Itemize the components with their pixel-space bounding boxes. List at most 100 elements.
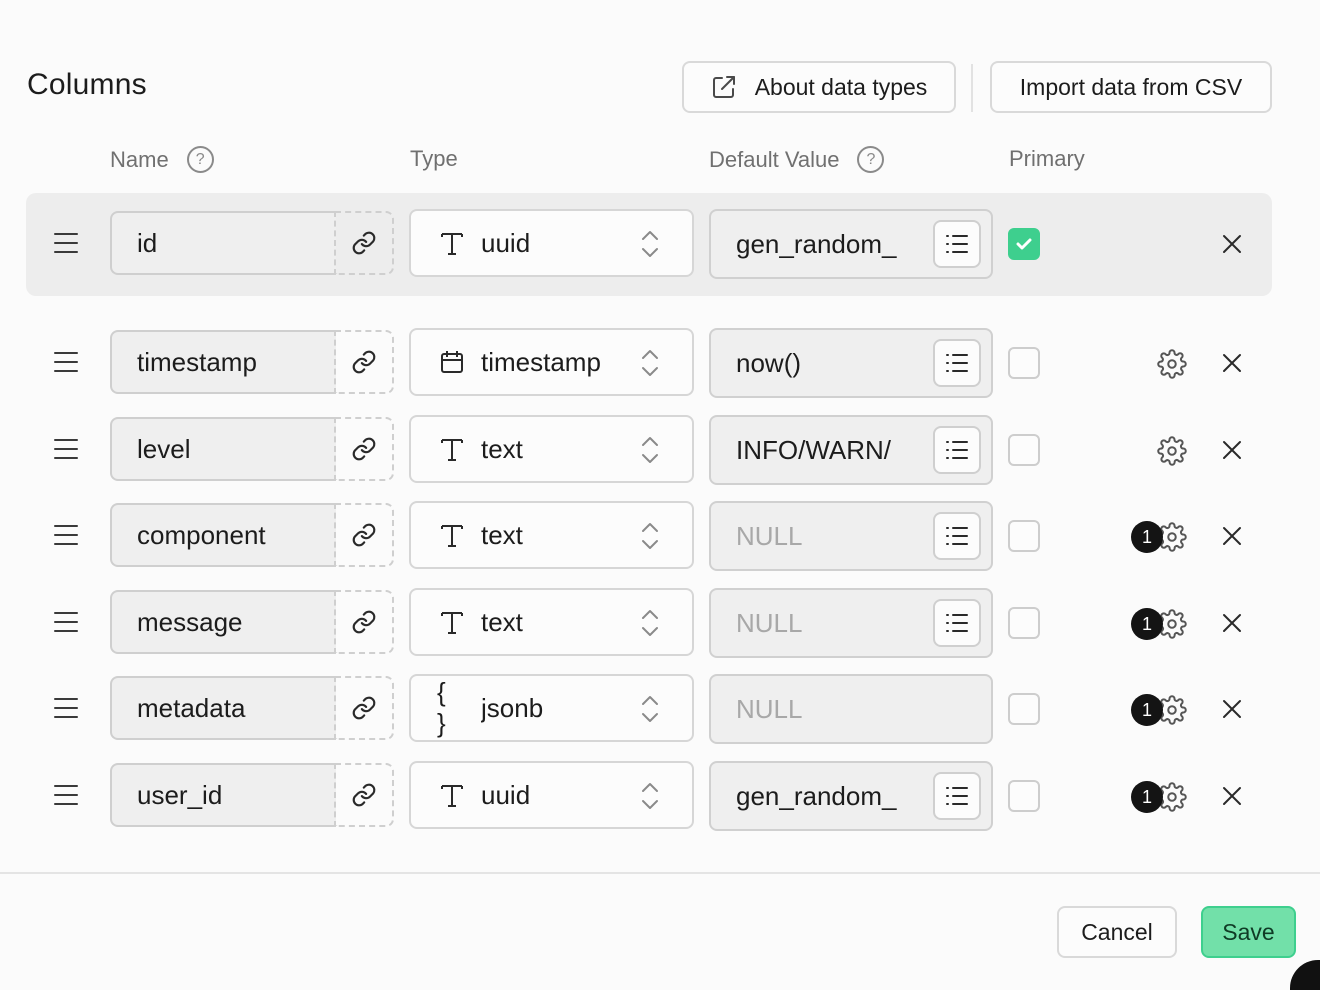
chevron-up-down-icon [642, 350, 658, 376]
column-name-input[interactable]: component [110, 503, 336, 567]
drag-handle-icon[interactable] [54, 439, 78, 461]
close-icon[interactable] [1220, 611, 1244, 635]
drag-handle-icon[interactable] [54, 698, 78, 720]
column-type-select[interactable]: uuid [409, 761, 694, 829]
close-icon[interactable] [1220, 232, 1244, 256]
constraint-count-badge: 1 [1131, 608, 1163, 640]
column-type-select[interactable]: text [409, 501, 694, 569]
suggestions-list-button[interactable] [933, 599, 981, 647]
default-value-text: NULL [736, 607, 803, 638]
column-row: component text NULL 1 [0, 501, 1320, 573]
name-help-icon[interactable]: ? [186, 146, 214, 173]
text-type-icon [437, 230, 467, 256]
cancel-label: Cancel [1081, 918, 1153, 945]
primary-key-checkbox[interactable] [1008, 228, 1040, 260]
column-name-input[interactable]: timestamp [110, 330, 336, 394]
close-icon[interactable] [1220, 524, 1244, 548]
chevron-up-down-icon [642, 783, 658, 809]
column-name-input[interactable]: user_id [110, 763, 336, 827]
chevron-up-down-icon [642, 696, 658, 722]
column-type-value: timestamp [481, 346, 601, 377]
drag-handle-icon[interactable] [54, 785, 78, 807]
page-title: Columns [27, 68, 147, 101]
gear-icon[interactable] [1157, 436, 1187, 466]
column-name-input[interactable]: message [110, 590, 336, 654]
default-value-input[interactable]: NULL [709, 674, 993, 744]
suggestions-list-button[interactable] [933, 772, 981, 820]
list-icon [946, 614, 968, 632]
column-type-value: jsonb [481, 692, 544, 723]
close-icon[interactable] [1220, 697, 1244, 721]
default-value-help-icon[interactable]: ? [857, 146, 885, 173]
default-value-input[interactable]: NULL [709, 588, 993, 658]
name-header-label: Name [110, 146, 169, 172]
chevron-up-down-icon [642, 231, 658, 257]
drag-handle-icon[interactable] [54, 612, 78, 634]
suggestions-list-button[interactable] [933, 220, 981, 268]
default-value-column-header: Default Value ? [709, 146, 885, 173]
header-divider [971, 64, 973, 112]
cancel-button[interactable]: Cancel [1057, 906, 1177, 958]
column-row: metadata { } jsonb NULL 1 [0, 674, 1320, 746]
column-type-value: text [481, 519, 523, 550]
close-icon[interactable] [1220, 438, 1244, 462]
import-csv-button[interactable]: Import data from CSV [990, 61, 1272, 113]
column-type-select[interactable]: uuid [409, 209, 694, 277]
close-icon[interactable] [1220, 351, 1244, 375]
suggestions-list-button[interactable] [933, 512, 981, 560]
suggestions-list-button[interactable] [933, 339, 981, 387]
primary-key-checkbox[interactable] [1008, 434, 1040, 466]
about-data-types-label: About data types [754, 73, 928, 100]
type-header-label: Type [410, 146, 458, 171]
primary-key-checkbox[interactable] [1008, 780, 1040, 812]
drag-handle-icon[interactable] [54, 352, 78, 374]
column-name-input[interactable]: id [110, 211, 336, 275]
column-name-value: component [137, 519, 266, 550]
primary-key-checkbox[interactable] [1008, 347, 1040, 379]
column-type-select[interactable]: timestamp [409, 328, 694, 396]
gear-icon[interactable] [1157, 349, 1187, 379]
primary-column-header: Primary [1009, 146, 1085, 172]
drag-handle-icon[interactable] [54, 525, 78, 547]
primary-key-checkbox[interactable] [1008, 607, 1040, 639]
suggestions-list-button[interactable] [933, 426, 981, 474]
column-type-select[interactable]: text [409, 588, 694, 656]
default-value-input[interactable]: gen_random_ [709, 209, 993, 279]
primary-key-checkbox[interactable] [1008, 520, 1040, 552]
foreign-key-link-button[interactable] [334, 417, 394, 481]
link-icon [352, 523, 376, 547]
default-value-input[interactable]: now() [709, 328, 993, 398]
default-value-input[interactable]: NULL [709, 501, 993, 571]
foreign-key-link-button[interactable] [334, 763, 394, 827]
column-type-select[interactable]: { } jsonb [409, 674, 694, 742]
foreign-key-link-button[interactable] [334, 503, 394, 567]
about-data-types-button[interactable]: About data types [682, 61, 956, 113]
column-row: level text INFO/WARN/ [0, 415, 1320, 487]
column-name-input[interactable]: metadata [110, 676, 336, 740]
default-value-input[interactable]: INFO/WARN/ [709, 415, 993, 485]
foreign-key-link-button[interactable] [334, 676, 394, 740]
column-type-value: text [481, 606, 523, 637]
column-name-value: metadata [137, 692, 246, 723]
primary-key-checkbox[interactable] [1008, 693, 1040, 725]
column-name-value: level [137, 433, 191, 464]
foreign-key-link-button[interactable] [334, 590, 394, 654]
close-icon[interactable] [1220, 784, 1244, 808]
column-type-select[interactable]: text [409, 415, 694, 483]
column-name-input[interactable]: level [110, 417, 336, 481]
chevron-up-down-icon [642, 610, 658, 636]
default-value-text: now() [736, 347, 802, 378]
drag-handle-icon[interactable] [54, 233, 78, 255]
list-icon [946, 235, 968, 253]
column-row: user_id uuid gen_random_ 1 [0, 761, 1320, 833]
list-icon [946, 787, 968, 805]
default-value-text: gen_random_ [736, 780, 897, 811]
calendar-icon [437, 349, 467, 375]
name-column-header: Name ? [110, 146, 214, 173]
link-icon [352, 696, 376, 720]
column-type-value: uuid [481, 779, 531, 810]
foreign-key-link-button[interactable] [334, 330, 394, 394]
default-value-input[interactable]: gen_random_ [709, 761, 993, 831]
foreign-key-link-button[interactable] [334, 211, 394, 275]
save-button[interactable]: Save [1201, 906, 1296, 958]
